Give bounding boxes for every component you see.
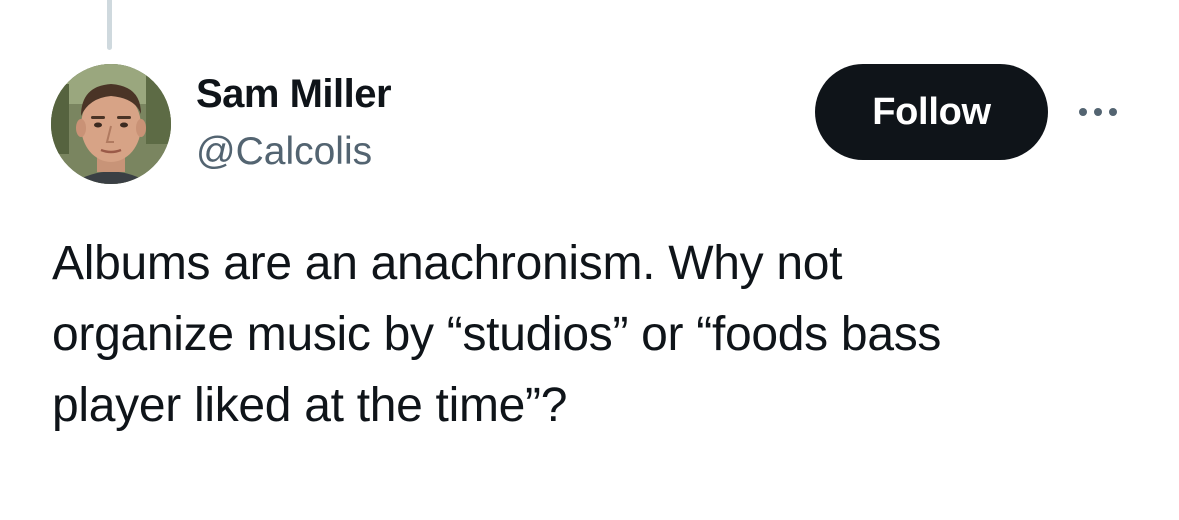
more-dot: [1079, 108, 1087, 116]
more-options-icon[interactable]: [1068, 96, 1128, 128]
author-handle[interactable]: @Calcolis: [196, 128, 372, 176]
more-dot: [1094, 108, 1102, 116]
follow-button[interactable]: Follow: [815, 64, 1048, 160]
more-dot: [1109, 108, 1117, 116]
author-display-name[interactable]: Sam Miller: [196, 70, 392, 118]
profile-photo: [51, 64, 171, 184]
tweet-text: Albums are an anachronism. Why not organ…: [52, 237, 942, 432]
thread-connector-line: [107, 0, 112, 50]
avatar[interactable]: [51, 64, 171, 184]
